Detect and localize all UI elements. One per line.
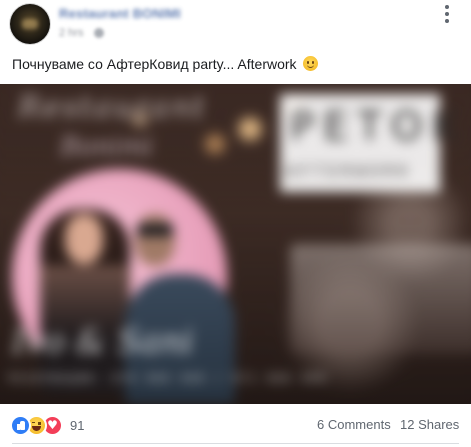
dot xyxy=(445,5,449,9)
shares-link[interactable]: 12 Shares xyxy=(400,417,459,432)
reaction-count: 91 xyxy=(70,417,85,433)
blurred-flyer: Restaurant Bonimi PETOK AFTERWORK Ivo & … xyxy=(0,84,471,404)
page-avatar[interactable] xyxy=(10,4,50,44)
comments-link[interactable]: 6 Comments xyxy=(317,417,391,432)
footer-divider xyxy=(12,443,459,444)
post-timestamp[interactable]: 2 hrs xyxy=(59,27,83,39)
sunglasses xyxy=(137,224,173,236)
smile-emoji-icon xyxy=(303,56,319,71)
restaurant-tables xyxy=(290,244,471,354)
dot xyxy=(445,19,449,23)
like-icon xyxy=(10,414,31,436)
flyer-performers: Ivo & Sani xyxy=(12,322,194,362)
flyer-headline: PETOK xyxy=(290,104,467,150)
more-options-button[interactable] xyxy=(439,4,455,24)
audience-globe-icon xyxy=(94,28,104,38)
flyer-brand-line-1: Restaurant xyxy=(18,90,207,125)
male-performer-face xyxy=(135,214,175,266)
reactions-summary[interactable]: 91 xyxy=(10,414,85,436)
dot xyxy=(445,12,449,16)
flyer-phones: РЕЗЕРВАЦИИ: 070 000 000 / 071 000 000 xyxy=(8,372,328,385)
flyer-brand-line-2: Bonimi xyxy=(60,132,153,162)
post-footer: 91 6 Comments 12 Shares xyxy=(0,404,471,447)
flyer-subheadline: AFTERWORK xyxy=(286,162,413,180)
female-singer-face xyxy=(65,214,103,264)
post-text: Почнуваме со АфтерКовид party... Afterwo… xyxy=(12,56,319,72)
page-name[interactable]: Restaurant BONIMI xyxy=(59,6,181,21)
avatar-logo xyxy=(22,19,38,29)
post-image[interactable]: Restaurant Bonimi PETOK AFTERWORK Ivo & … xyxy=(0,84,471,404)
post-header: Restaurant BONIMI 2 hrs xyxy=(0,0,471,44)
post-text-content: Почнуваме со АфтерКовид party... Afterwo… xyxy=(12,56,297,72)
